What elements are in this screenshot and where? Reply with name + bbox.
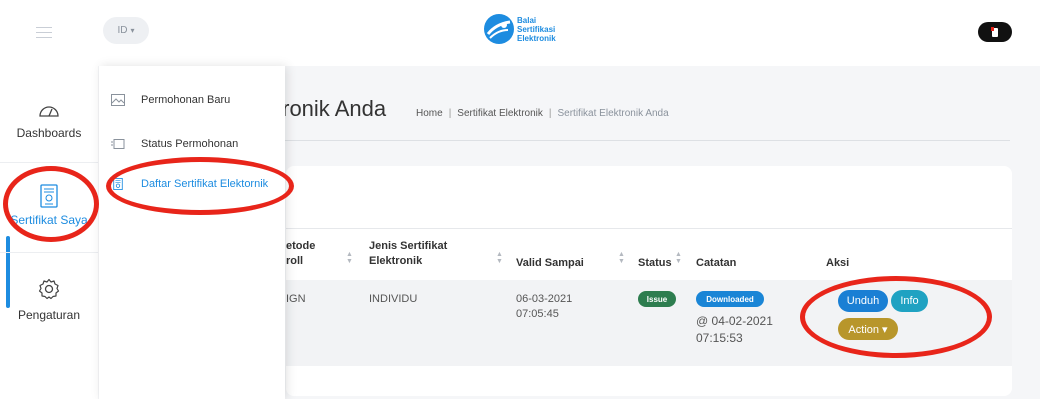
annotation-circle-actions <box>800 276 992 358</box>
cell-metode: IGN <box>286 293 306 305</box>
breadcrumb-sertifikat[interactable]: Sertifikat Elektronik <box>457 108 543 119</box>
bsre-logo-icon <box>484 14 514 44</box>
language-label: ID <box>117 25 128 36</box>
sort-icon[interactable]: ▲ ▼ <box>675 251 682 265</box>
submenu-sertifikat: Permohonan Baru Status Permohonan Daftar… <box>99 66 285 399</box>
language-selector[interactable]: ID ▾ <box>103 17 149 44</box>
brand-name: Balai Sertifikasi Elektronik <box>517 15 556 43</box>
submenu-item-permohonan-baru[interactable]: Permohonan Baru <box>111 94 230 106</box>
page-title: tronik Anda <box>276 96 387 121</box>
table-header: etode roll ▲ ▼ Jenis Sertifikat Elektronik … <box>286 228 1012 280</box>
column-aksi: Aksi <box>826 257 850 269</box>
cell-valid: 06-03-2021 07:05:45 <box>516 293 573 320</box>
top-bar: ID ▾ Balai Sertifikasi Elektronik <box>0 0 1040 66</box>
submenu-item-status-permohonan[interactable]: Status Permohonan <box>111 138 238 150</box>
sort-icon[interactable]: ▲ ▼ <box>618 251 625 265</box>
cell-catatan: @ 04-02-2021 07:15:53 <box>696 314 773 345</box>
annotation-circle-sidebar <box>3 166 99 242</box>
title-divider <box>276 140 1010 141</box>
downloaded-badge: Downloaded <box>696 291 764 307</box>
submenu-item-label: Permohonan Baru <box>141 94 231 106</box>
user-avatar[interactable] <box>978 22 1012 42</box>
status-envelope-icon <box>111 139 125 149</box>
envelope-image-icon <box>111 94 125 106</box>
menu-toggle-icon[interactable] <box>36 27 52 39</box>
status-badge: Issue <box>638 291 676 307</box>
sidebar-item-pengaturan[interactable]: Pengaturan <box>0 278 98 322</box>
gear-icon <box>38 278 60 300</box>
submenu-item-label: Status Permohonan <box>141 138 239 150</box>
dashboard-gauge-icon <box>39 106 59 117</box>
sidebar-item-dashboards[interactable]: Dashboards <box>0 102 98 140</box>
breadcrumb: Home | Sertifikat Elektronik | Sertifikat El… <box>416 108 669 119</box>
column-status[interactable]: Status <box>638 256 672 271</box>
sort-icon[interactable]: ▲ ▼ <box>346 251 353 265</box>
annotation-circle-submenu <box>106 157 294 215</box>
cell-jenis: INDIVIDU <box>369 293 418 305</box>
brand-logo[interactable]: Balai Sertifikasi Elektronik <box>484 14 556 44</box>
sidebar-item-label: Dashboards <box>16 126 82 140</box>
column-catatan: Catatan <box>696 257 737 269</box>
sidebar-item-label: Pengaturan <box>17 308 81 322</box>
column-valid[interactable]: Valid Sampai <box>516 256 584 271</box>
column-metode[interactable]: etode roll <box>286 239 315 269</box>
breadcrumb-home[interactable]: Home <box>416 108 443 119</box>
breadcrumb-current: Sertifikat Elektronik Anda <box>557 108 669 119</box>
chevron-down-icon: ▾ <box>130 26 135 35</box>
sort-icon[interactable]: ▲ ▼ <box>496 251 503 265</box>
column-jenis[interactable]: Jenis Sertifikat Elektronik <box>369 239 447 269</box>
